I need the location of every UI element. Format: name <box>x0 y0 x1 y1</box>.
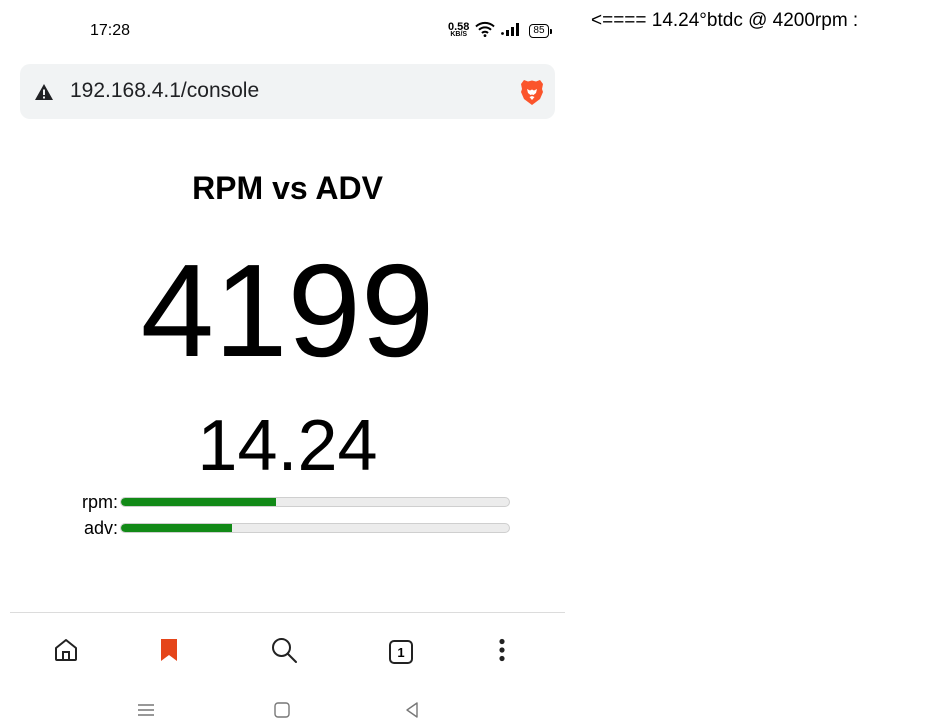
network-speed: 0.58 KB/S <box>448 21 470 39</box>
network-speed-unit: KB/S <box>450 31 468 38</box>
adv-value: 14.24 <box>197 406 378 486</box>
nav-divider <box>10 612 565 613</box>
adv-meter <box>120 523 510 533</box>
brave-lion-icon[interactable] <box>520 78 544 111</box>
menu-icon <box>136 702 156 723</box>
browser-bottom-nav: 1 <box>0 628 575 676</box>
more-icon <box>498 638 506 667</box>
phone-screen: 17:28 0.58 KB/S 85 192.168.4.1/console R… <box>0 0 575 727</box>
search-button[interactable] <box>260 628 308 676</box>
status-indicators: 0.58 KB/S 85 <box>448 20 552 42</box>
annotation-text: <==== 14.24°btdc @ 4200rpm : <box>591 10 859 31</box>
back-icon <box>404 701 420 724</box>
home-square-icon <box>273 701 291 724</box>
system-back-button[interactable] <box>392 698 432 726</box>
warning-triangle-icon[interactable] <box>34 83 54 106</box>
home-button[interactable] <box>42 628 90 676</box>
network-speed-value: 0.58 <box>448 21 470 33</box>
rpm-meter-row: rpm: <box>0 492 510 512</box>
adv-meter-row: adv: <box>0 518 510 538</box>
tabs-button[interactable]: 1 <box>377 628 425 676</box>
system-menu-button[interactable] <box>126 698 166 726</box>
system-navigation <box>0 698 575 726</box>
page-title: RPM vs ADV <box>192 170 383 206</box>
rpm-meter-label: rpm: <box>82 491 118 512</box>
more-menu-button[interactable] <box>478 628 526 676</box>
search-icon <box>270 636 298 669</box>
wifi-icon <box>475 21 496 42</box>
url-text[interactable]: 192.168.4.1/console <box>70 79 259 103</box>
adv-meter-fill <box>121 524 232 532</box>
rpm-meter-fill <box>121 498 277 506</box>
bookmarks-button[interactable] <box>145 628 193 676</box>
status-time: 17:28 <box>90 22 131 39</box>
signal-icon <box>501 22 523 41</box>
battery-level: 85 <box>529 24 549 38</box>
rpm-meter <box>120 497 510 507</box>
address-bar[interactable]: 192.168.4.1/console <box>20 64 555 119</box>
rpm-value: 4199 <box>140 237 435 384</box>
tabs-icon: 1 <box>389 640 413 664</box>
system-home-button[interactable] <box>262 698 302 726</box>
battery-icon: 85 <box>529 24 552 38</box>
adv-meter-label: adv: <box>83 517 118 538</box>
bookmark-icon <box>158 637 180 668</box>
battery-tip <box>549 28 552 34</box>
home-icon <box>53 637 79 668</box>
